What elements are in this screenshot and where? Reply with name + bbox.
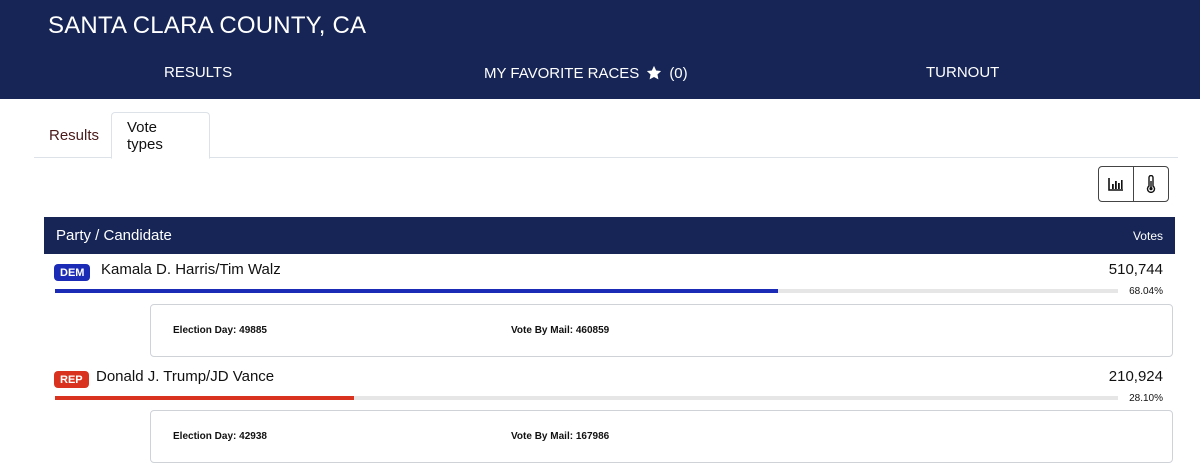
star-icon <box>647 65 662 80</box>
top-header: SANTA CLARA COUNTY, CA RESULTS MY FAVORI… <box>0 0 1200 99</box>
nav-turnout[interactable]: TURNOUT <box>926 64 999 81</box>
nav-results[interactable]: RESULTS <box>164 64 232 81</box>
election-day-votes: Election Day: 42938 <box>173 431 267 442</box>
candidate-name: Kamala D. Harris/Tim Walz <box>101 261 281 278</box>
thermometer-icon <box>1146 175 1156 193</box>
tab-results[interactable]: Results <box>34 112 114 158</box>
favorites-count: (0) <box>669 64 688 82</box>
vote-share-bar <box>55 396 1118 400</box>
nav-favorite-races[interactable]: MY FAVORITE RACES (0) <box>484 64 688 82</box>
vote-types-box: Election Day: 49885 Vote By Mail: 460859 <box>150 304 1173 357</box>
nav-favorites-label: MY FAVORITE RACES <box>484 64 640 82</box>
nav-results-label: RESULTS <box>164 64 233 81</box>
view-toggle <box>1098 166 1169 202</box>
thermometer-view-button[interactable] <box>1133 167 1168 201</box>
county-title: SANTA CLARA COUNTY, CA <box>48 12 367 39</box>
vote-by-mail-votes: Vote By Mail: 167986 <box>511 431 610 442</box>
election-day-votes: Election Day: 49885 <box>173 325 267 336</box>
vote-types-box: Election Day: 42938 Vote By Mail: 167986 <box>150 410 1173 463</box>
vote-share-fill <box>55 289 779 293</box>
bar-chart-view-button[interactable] <box>1099 167 1133 201</box>
candidate-votes: 210,924 <box>1108 368 1163 385</box>
candidate-name: Donald J. Trump/JD Vance <box>96 368 275 385</box>
candidate-percent: 28.10% <box>1129 393 1163 404</box>
column-party-candidate: Party / Candidate <box>56 227 172 244</box>
vote-share-bar <box>55 289 1118 293</box>
vote-by-mail-votes: Vote By Mail: 460859 <box>511 325 610 336</box>
party-badge: REP <box>54 371 89 388</box>
nav-turnout-label: TURNOUT <box>926 64 1000 81</box>
tab-bar: Results Vote types <box>34 112 1178 159</box>
party-badge: DEM <box>54 264 91 281</box>
candidate-percent: 68.04% <box>1129 286 1163 297</box>
column-votes: Votes <box>1132 229 1163 243</box>
results-table-header: Party / Candidate Votes <box>44 217 1175 254</box>
vote-share-fill <box>55 396 354 400</box>
tab-vote-types[interactable]: Vote types <box>111 112 210 159</box>
candidate-votes: 510,744 <box>1108 261 1163 278</box>
bar-chart-icon <box>1108 178 1123 191</box>
